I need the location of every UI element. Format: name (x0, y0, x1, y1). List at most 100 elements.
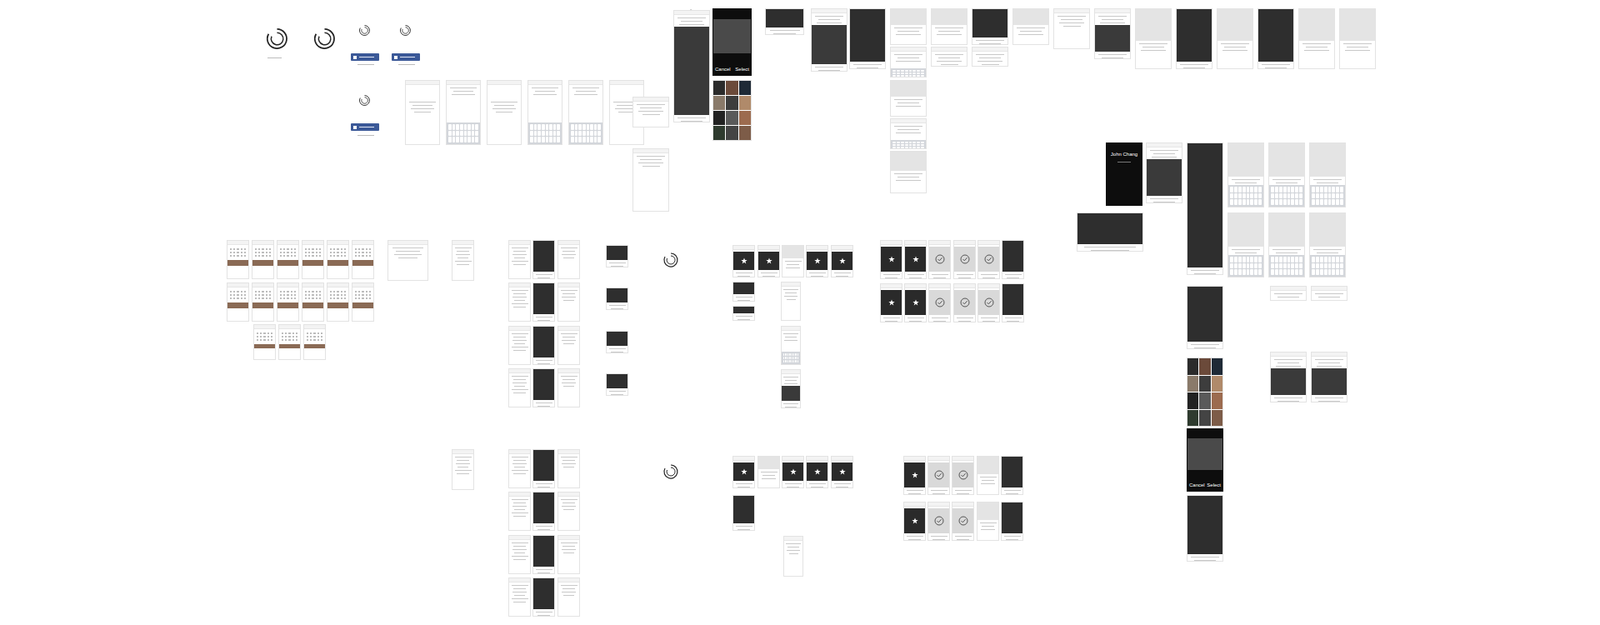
photo-tile[interactable] (1211, 358, 1223, 375)
calendar-day (320, 339, 323, 341)
star-board (904, 283, 927, 323)
photo-tile[interactable] (1187, 392, 1199, 410)
text-line (457, 466, 469, 468)
photo-tile[interactable] (1199, 392, 1210, 410)
text-line (609, 390, 626, 392)
photo-tile[interactable] (725, 125, 738, 140)
facebook-button[interactable] (350, 53, 380, 61)
photo-board (1001, 283, 1025, 323)
key (534, 130, 538, 137)
key (909, 70, 913, 72)
text-line (979, 43, 1000, 45)
key (789, 353, 790, 356)
photo-tile[interactable] (1211, 375, 1223, 393)
cancel-button[interactable]: Cancel (1189, 482, 1205, 489)
cal-board (351, 282, 375, 322)
text-line (977, 60, 1002, 62)
photo (1311, 368, 1347, 395)
spacer (1187, 471, 1223, 480)
cal-board (251, 240, 275, 280)
photo-tile[interactable] (1199, 375, 1210, 393)
spacer (633, 168, 669, 211)
photo (1002, 284, 1024, 315)
photo-board (765, 8, 805, 35)
calendar-day (355, 251, 357, 254)
text-line (1222, 50, 1247, 51)
facebook-button[interactable] (350, 123, 380, 131)
key (900, 144, 905, 146)
key (1242, 186, 1246, 193)
calendar-day (308, 290, 310, 293)
nav-bar (509, 240, 530, 245)
nav-bar (327, 283, 349, 288)
spacer (558, 388, 580, 407)
text-line (513, 601, 526, 603)
photo-grid (1187, 358, 1223, 426)
calendar-day (233, 255, 235, 257)
text-line (735, 272, 753, 274)
text-board (557, 491, 580, 531)
key (909, 75, 913, 77)
calendar-day (305, 297, 307, 300)
text-line (931, 317, 949, 319)
key (1230, 199, 1234, 205)
nav-bar (558, 283, 580, 288)
photo-tile[interactable] (725, 80, 738, 95)
facebook-button[interactable] (391, 53, 420, 61)
photo-tile[interactable] (739, 95, 751, 110)
photo-tile[interactable] (1199, 410, 1210, 427)
photo-tile[interactable] (713, 125, 725, 140)
text-line (512, 591, 528, 593)
calendar-day (358, 297, 360, 300)
text-line (357, 64, 375, 65)
calendar-day (295, 332, 298, 335)
nav-bar (558, 535, 580, 540)
photo-board (732, 305, 755, 321)
key (556, 130, 560, 137)
calendar-day (236, 248, 239, 250)
photo-tile[interactable] (1187, 410, 1199, 427)
photo-board (971, 8, 1009, 45)
photo (905, 290, 926, 315)
key (1324, 263, 1328, 270)
text-line (958, 277, 971, 279)
calendar-grid (327, 246, 349, 259)
photo-tile[interactable] (725, 95, 738, 110)
photo-board (1186, 495, 1224, 562)
calendar-day (305, 248, 307, 250)
calendar-day (308, 297, 310, 300)
text-line (560, 290, 578, 291)
photo-tile[interactable] (739, 125, 751, 140)
photo-tile[interactable] (1187, 358, 1199, 375)
text-line (785, 543, 801, 545)
key (1246, 193, 1250, 200)
keyboard (528, 122, 562, 145)
photo-tile[interactable] (725, 110, 738, 125)
photo (831, 462, 853, 481)
photo-tile[interactable] (739, 110, 751, 125)
calendar-day (317, 339, 320, 341)
photo-tile[interactable] (1187, 375, 1199, 393)
photo-tile[interactable] (713, 110, 725, 125)
calendar-grid (252, 246, 274, 259)
key (578, 136, 582, 143)
calendar-day (236, 294, 239, 296)
text-line (560, 585, 578, 586)
cancel-button[interactable]: Cancel (715, 66, 731, 73)
calendar-day (317, 335, 320, 338)
photo (533, 492, 555, 524)
photo-tile[interactable] (713, 80, 725, 95)
select-button[interactable]: Select (1206, 482, 1221, 489)
text-line (735, 483, 753, 485)
key (920, 72, 925, 75)
photo-tile[interactable] (739, 80, 751, 95)
photo-tile[interactable] (713, 95, 725, 110)
greykb-board (1309, 142, 1346, 208)
select-button[interactable]: Select (735, 66, 750, 73)
photo-tile[interactable] (1211, 392, 1223, 410)
calendar-day (258, 251, 260, 254)
key (1279, 193, 1283, 200)
photo-tile[interactable] (1199, 358, 1210, 375)
photo-tile[interactable] (1211, 410, 1223, 427)
text-line (938, 57, 960, 59)
